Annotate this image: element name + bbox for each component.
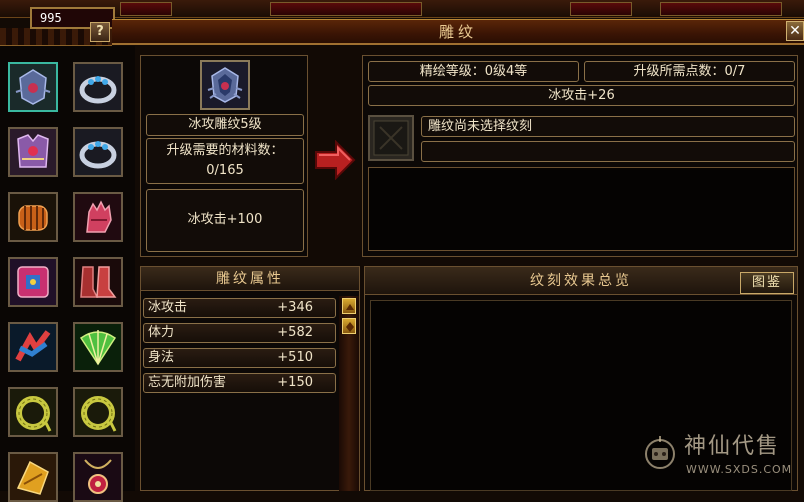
pendant-icon [75, 454, 121, 500]
attribute-name: 体力 [148, 325, 175, 340]
scroll-thumb[interactable] [342, 318, 356, 334]
attribute-name: 身法 [148, 350, 175, 365]
belt-icon [10, 259, 56, 305]
empty-slot-icon [373, 120, 409, 156]
equipment-slot[interactable] [73, 127, 123, 177]
material-requirement-box: 升级需要的材料数： 0/165 [146, 138, 304, 184]
attribute-row[interactable]: 身法 +510 [143, 348, 336, 368]
description-area [368, 167, 795, 251]
upgrade-arrow-icon [314, 139, 356, 181]
jade-ring-icon [75, 129, 121, 175]
bracer-icon [10, 194, 56, 240]
level-label: 精绘等级：0级4等 [368, 61, 579, 82]
catalog-button[interactable]: 图鉴 [740, 272, 794, 294]
attributes-header: 雕纹属性 [141, 267, 359, 291]
material-count: 0/165 [206, 163, 244, 178]
item-name-label: 冰攻雕纹5级 [146, 114, 304, 136]
boots-icon [75, 259, 121, 305]
equipment-slot[interactable] [8, 257, 58, 307]
help-button[interactable]: ? [90, 22, 110, 42]
jade-bracelet-icon [75, 389, 121, 435]
equipment-slot[interactable] [8, 192, 58, 242]
hp-bar [120, 2, 172, 16]
horn-icon [10, 454, 56, 500]
current-effect-box: 冰攻击+100 [146, 189, 304, 252]
equipment-slot[interactable] [8, 322, 58, 372]
attribute-value: +510 [277, 350, 313, 365]
carving-item-slot[interactable] [200, 60, 250, 110]
status-bar [270, 2, 422, 16]
attribute-name: 忘无附加伤害 [148, 375, 227, 390]
material-label: 升级需要的材料数： [166, 143, 284, 158]
watermark-text: 神仙代售 [684, 434, 781, 459]
equipment-slot[interactable] [73, 257, 123, 307]
fan-weapon-icon [75, 324, 121, 370]
equipment-slot[interactable] [8, 452, 58, 502]
overview-header: 纹刻效果总览 [365, 267, 797, 295]
scroll-up-button[interactable] [342, 298, 356, 314]
attribute-value: +346 [277, 300, 313, 315]
watermark-logo-icon [640, 432, 680, 472]
equipment-slot[interactable] [73, 322, 123, 372]
carved-gem-icon [10, 64, 56, 110]
attribute-row[interactable]: 冰攻击 +346 [143, 298, 336, 318]
attribute-value: +582 [277, 325, 313, 340]
equipment-slot[interactable] [73, 62, 123, 112]
armor-icon [10, 129, 56, 175]
glove-icon [75, 194, 121, 240]
carved-gem-icon [202, 62, 248, 108]
equipment-slot[interactable] [73, 452, 123, 502]
exp-bar [660, 2, 782, 16]
close-button[interactable]: ✕ [786, 21, 804, 41]
equipment-slot[interactable] [8, 387, 58, 437]
jade-ring-icon [75, 64, 121, 110]
ribbon-icon [10, 324, 56, 370]
equipment-slot[interactable] [73, 192, 123, 242]
equipment-slot[interactable] [8, 62, 58, 112]
pattern-slot[interactable] [368, 115, 414, 161]
equipment-slot[interactable] [73, 387, 123, 437]
mp-bar [570, 2, 632, 16]
window-title: 雕纹 [438, 23, 477, 41]
sub-hint [421, 141, 795, 162]
attribute-value: +150 [277, 375, 313, 390]
attribute-name: 冰攻击 [148, 300, 188, 315]
select-hint: 雕纹尚未选择纹刻 [421, 116, 795, 137]
next-effect-label: 冰攻击+26 [368, 85, 795, 106]
equipment-slot[interactable] [8, 127, 58, 177]
top-status-strip [0, 0, 804, 18]
watermark-url: WWW.SXDS.COM [686, 463, 793, 476]
jade-bracelet-icon [10, 389, 56, 435]
attribute-row[interactable]: 体力 +582 [143, 323, 336, 343]
points-label: 升级所需点数：0/7 [584, 61, 795, 82]
attribute-row[interactable]: 忘无附加伤害 +150 [143, 373, 336, 393]
